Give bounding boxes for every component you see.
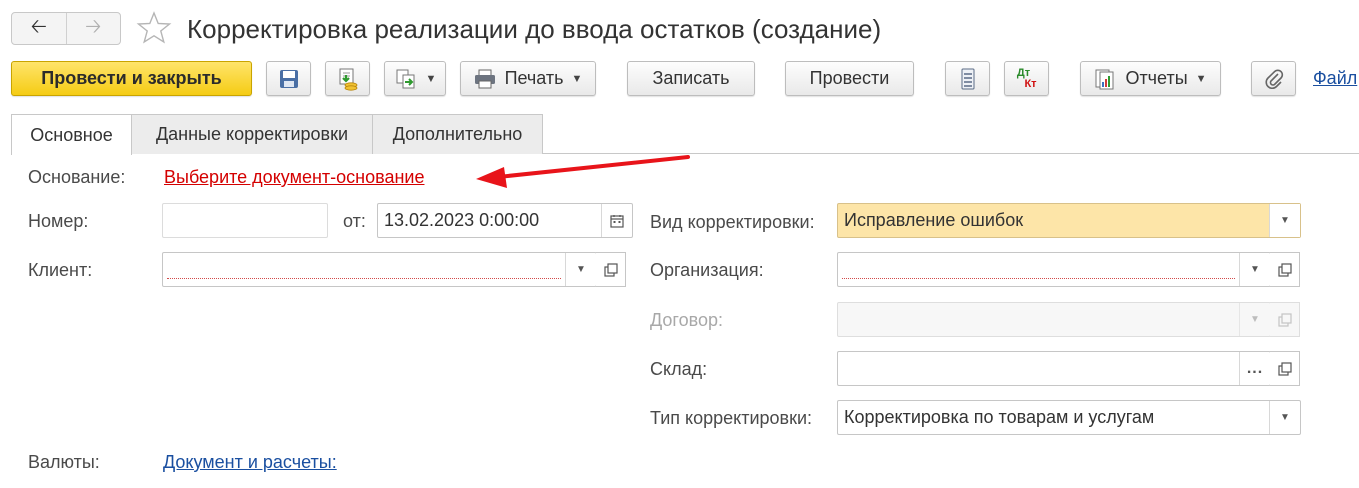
post-and-close-button[interactable]: Провести и закрыть	[11, 61, 252, 96]
client-field[interactable]: ▼	[162, 252, 597, 287]
nav-buttons: 🡠 🡢	[11, 12, 121, 45]
select-button[interactable]: ...	[1239, 352, 1270, 385]
tab-main[interactable]: Основное	[11, 114, 132, 155]
number-label: Номер:	[28, 211, 89, 231]
documents-arrow-icon	[396, 69, 415, 88]
tab-additional[interactable]: Дополнительно	[372, 114, 543, 154]
kt-label: Кт	[1024, 77, 1037, 90]
attachments-button[interactable]	[1251, 61, 1296, 96]
correction-kind-label: Вид корректировки:	[650, 212, 815, 232]
warehouse-open-button[interactable]	[1270, 351, 1300, 386]
warehouse-label: Склад:	[650, 359, 708, 379]
forward-button[interactable]: 🡢	[65, 13, 121, 44]
organization-open-button[interactable]	[1270, 252, 1300, 287]
tab-correction-data[interactable]: Данные корректировки	[131, 114, 373, 154]
annotation-arrow-icon	[476, 155, 690, 188]
chevron-down-icon: ▼	[1239, 303, 1270, 336]
write-button[interactable]: Записать	[627, 61, 755, 96]
files-link[interactable]: Файл	[1313, 68, 1357, 89]
paperclip-icon	[1265, 68, 1283, 89]
warehouse-field[interactable]: ...	[837, 351, 1271, 386]
dt-label: Дт	[1016, 66, 1031, 79]
back-button[interactable]: 🡠	[12, 13, 66, 44]
chevron-down-icon: ▼	[571, 72, 583, 85]
floppy-disk-icon	[279, 69, 298, 88]
open-window-icon	[1277, 262, 1292, 277]
client-open-button[interactable]	[596, 252, 626, 287]
date-from-label: от:	[343, 211, 366, 231]
chevron-down-icon[interactable]: ▼	[1239, 253, 1270, 286]
arrow-left-icon: 🡠	[30, 15, 47, 38]
chevron-down-icon[interactable]: ▼	[1269, 204, 1300, 237]
favorite-star-icon[interactable]	[136, 10, 172, 46]
save-button[interactable]	[266, 61, 311, 96]
print-button[interactable]: Печать ▼	[460, 61, 596, 96]
correction-kind-field[interactable]: Исправление ошибок ▼	[837, 203, 1301, 238]
structure-button[interactable]	[945, 61, 990, 96]
organization-label: Организация:	[650, 260, 764, 280]
open-window-icon	[1277, 361, 1292, 376]
window-title: Корректировка реализации до ввода остатк…	[187, 14, 882, 44]
chevron-down-icon: ▼	[1195, 72, 1207, 85]
chevron-down-icon: ▼	[425, 72, 437, 85]
currencies-label: Валюты:	[28, 452, 100, 472]
correction-type-label: Тип корректировки:	[650, 408, 813, 428]
date-field[interactable]: 13.02.2023 0:00:00	[377, 203, 633, 238]
arrow-right-icon: 🡢	[85, 15, 102, 38]
contract-open-button	[1270, 302, 1300, 337]
open-window-icon	[603, 262, 618, 277]
organization-field[interactable]: ▼	[837, 252, 1271, 287]
open-window-icon	[1277, 312, 1292, 327]
post-to-ledger-button[interactable]	[325, 61, 370, 96]
calendar-button[interactable]	[601, 204, 632, 237]
basis-label: Основание:	[28, 167, 126, 187]
basis-document-link[interactable]: Выберите документ-основание	[164, 165, 424, 189]
contract-label: Договор:	[650, 310, 723, 330]
chevron-down-icon[interactable]: ▼	[1269, 401, 1300, 434]
calendar-icon	[610, 214, 624, 228]
reports-button[interactable]: Отчеты ▼	[1080, 61, 1221, 96]
dt-kt-button[interactable]: Дт Кт	[1004, 61, 1049, 96]
correction-type-field[interactable]: Корректировка по товарам и услугам ▼	[837, 400, 1301, 435]
chevron-down-icon[interactable]: ▼	[565, 253, 596, 286]
report-chart-icon	[1095, 69, 1114, 89]
currencies-link[interactable]: Документ и расчеты:	[163, 450, 337, 474]
contract-field: ▼	[837, 302, 1271, 337]
create-based-on-button[interactable]: ▼	[384, 61, 446, 96]
printer-icon	[474, 69, 495, 88]
list-stack-icon	[961, 68, 974, 89]
number-field[interactable]	[162, 203, 328, 238]
post-button[interactable]: Провести	[785, 61, 914, 96]
document-arrow-coins-icon	[339, 68, 357, 91]
client-label: Клиент:	[28, 260, 93, 280]
